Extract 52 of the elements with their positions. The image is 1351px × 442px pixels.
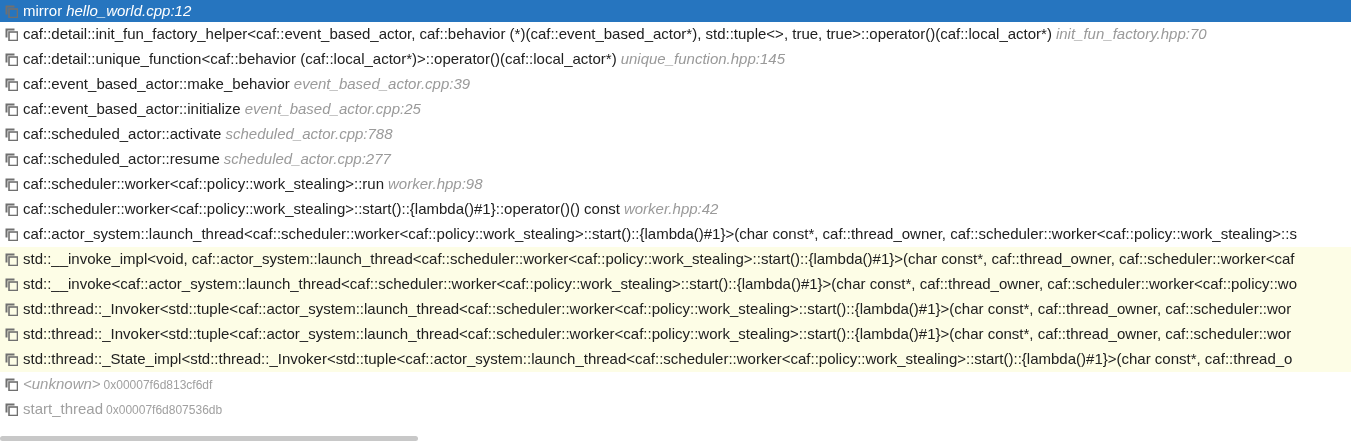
stack-frame-icon [5,303,18,316]
stack-frame-icon [5,53,18,66]
horizontal-scrollbar[interactable] [0,436,418,441]
stack-frame-icon [5,128,18,141]
stack-frame-row[interactable]: mirror hello_world.cpp:12 [0,0,1351,22]
file-location: worker.hpp:98 [388,174,483,195]
file-location: scheduled_actor.cpp:277 [223,149,391,170]
file-location: init_fun_factory.hpp:70 [1055,24,1207,45]
file-location: event_based_actor.cpp:39 [293,74,471,95]
stack-frame-icon [5,253,18,266]
stack-frame-icon [5,353,18,366]
stack-frame-icon [5,153,18,166]
stack-frame-row[interactable]: std::__invoke<caf::actor_system::launch_thread<caf::scheduler::worker<caf::policy::work_stealing>::start()::{lambda()#1}>(char const*, caf::thread_owner, caf::scheduler::worker<caf::policy::wo [0,272,1351,297]
stack-frame-icon [5,78,18,91]
function-name: caf::scheduler::worker<caf::policy::work_stealing>::start()::{lambda()#1}::operator()() const [23,199,620,220]
stack-frame-row[interactable]: std::thread::_Invoker<std::tuple<caf::actor_system::launch_thread<caf::scheduler::worker<caf::policy::work_stealing>::start()::{lambda()#1}>(char const*, caf::thread_owner, caf::scheduler::wor [0,297,1351,322]
function-name: caf::detail::init_fun_factory_helper<caf::event_based_actor, caf::behavior (*)(caf::event_based_actor*), std::tuple<>, true, true>::operator()(caf::local_actor*) [23,24,1052,45]
file-location: scheduled_actor.cpp:788 [225,124,393,145]
memory-address: 0x00007f6d807536db [106,401,223,419]
function-name: caf::event_based_actor::initialize [23,99,241,120]
stack-frame-icon [5,403,18,416]
function-name: caf::detail::unique_function<caf::behavior (caf::local_actor*)>::operator()(caf::local_actor*) [23,49,617,70]
function-name: caf::actor_system::launch_thread<caf::scheduler::worker<caf::policy::work_stealing>::start()::{lambda()#1}>(char const*, caf::thread_owner, caf::scheduler::worker<caf::policy::work_stealing>::s [23,224,1297,245]
stack-frame-icon [5,28,18,41]
function-name: caf::scheduler::worker<caf::policy::work_stealing>::run [23,174,384,195]
stack-frame-icon [5,178,18,191]
function-name: mirror [23,0,63,21]
stack-frame-row[interactable]: std::__invoke_impl<void, caf::actor_system::launch_thread<caf::scheduler::worker<caf::policy::work_stealing>::start()::{lambda()#1}>(char const*, caf::thread_owner, caf::scheduler::worker<caf [0,247,1351,272]
file-location: event_based_actor.cpp:25 [244,99,421,120]
function-name: start_thread [23,399,104,420]
stack-frame-row[interactable]: std::thread::_State_impl<std::thread::_Invoker<std::tuple<caf::actor_system::launch_thread<caf::scheduler::worker<caf::policy::work_stealing>::start()::{lambda()#1}>(char const*, caf::thread_o [0,347,1351,372]
function-name: std::thread::_State_impl<std::thread::_Invoker<std::tuple<caf::actor_system::launch_thread<caf::scheduler::worker<caf::policy::work_stealing>::start()::{lambda()#1}>(char const*, caf::thread_o [23,349,1293,370]
function-name: std::thread::_Invoker<std::tuple<caf::actor_system::launch_thread<caf::scheduler::worker<caf::policy::work_stealing>::start()::{lambda()#1}>(char const*, caf::thread_owner, caf::scheduler::wor [23,299,1292,320]
function-name: <unknown> [23,374,101,395]
file-location: worker.hpp:42 [623,199,719,220]
stack-frame-icon [5,328,18,341]
stack-frame-icon [5,4,18,18]
stack-frame-icon [5,103,18,116]
stack-frame-icon [5,228,18,241]
function-name: std::__invoke_impl<void, caf::actor_system::launch_thread<caf::scheduler::worker<caf::policy::work_stealing>::start()::{lambda()#1}>(char const*, caf::thread_owner, caf::scheduler::worker<caf [23,249,1295,270]
file-location: unique_function.hpp:145 [620,49,785,70]
function-name: caf::event_based_actor::make_behavior [23,74,290,95]
stack-frame-icon [5,203,18,216]
stack-frame-row[interactable]: std::thread::_Invoker<std::tuple<caf::actor_system::launch_thread<caf::scheduler::worker<caf::policy::work_stealing>::start()::{lambda()#1}>(char const*, caf::thread_owner, caf::scheduler::wor [0,322,1351,347]
function-name: caf::scheduled_actor::resume [23,149,220,170]
stack-frame-icon [5,378,18,391]
function-name: caf::scheduled_actor::activate [23,124,222,145]
function-name: std::thread::_Invoker<std::tuple<caf::actor_system::launch_thread<caf::scheduler::worker<caf::policy::work_stealing>::start()::{lambda()#1}>(char const*, caf::thread_owner, caf::scheduler::wor [23,324,1292,345]
memory-address: 0x00007f6d813cf6df [103,376,213,394]
function-name: std::__invoke<caf::actor_system::launch_thread<caf::scheduler::worker<caf::policy::work_stealing>::start()::{lambda()#1}>(char const*, caf::thread_owner, caf::scheduler::worker<caf::policy::wo [23,274,1297,295]
stack-frame-icon [5,278,18,291]
file-location: hello_world.cpp:12 [66,0,192,21]
